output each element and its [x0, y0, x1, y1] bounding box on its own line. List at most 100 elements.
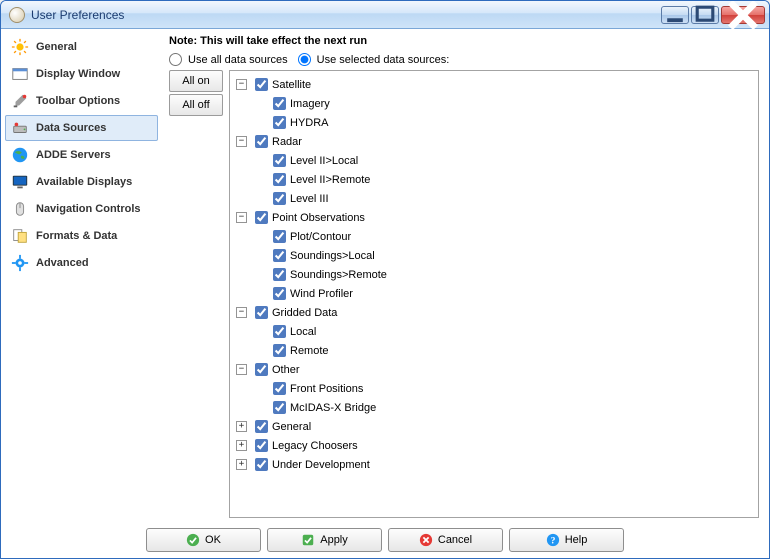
tree-label: Point Observations: [272, 212, 365, 224]
sidebar-item-navigation-controls[interactable]: Navigation Controls: [5, 196, 158, 222]
tree-label: Level III: [290, 193, 329, 205]
tree-checkbox[interactable]: [273, 116, 286, 129]
titlebar: User Preferences: [1, 1, 769, 29]
radio-use-selected-input[interactable]: [298, 53, 311, 66]
expand-icon[interactable]: +: [236, 421, 247, 432]
monitor-icon: [10, 172, 30, 192]
sidebar-item-label: Formats & Data: [36, 230, 117, 242]
expand-icon[interactable]: +: [236, 459, 247, 470]
sidebar-item-advanced[interactable]: Advanced: [5, 250, 158, 276]
tree-checkbox[interactable]: [273, 154, 286, 167]
radio-use-selected[interactable]: Use selected data sources:: [298, 53, 450, 66]
window-icon: [10, 64, 30, 84]
tree-checkbox[interactable]: [273, 249, 286, 262]
close-button[interactable]: [721, 6, 765, 24]
tree-row[interactable]: Soundings>Remote: [254, 265, 752, 284]
tree-checkbox[interactable]: [255, 135, 268, 148]
svg-text:?: ?: [550, 536, 555, 547]
tree-checkbox[interactable]: [273, 97, 286, 110]
tree-checkbox[interactable]: [273, 325, 286, 338]
tree-checkbox[interactable]: [273, 344, 286, 357]
tree-row[interactable]: Level II>Local: [254, 151, 752, 170]
tree-row[interactable]: +Under Development: [236, 455, 752, 474]
collapse-icon[interactable]: −: [236, 136, 247, 147]
apply-icon: [301, 533, 315, 547]
tree-label: HYDRA: [290, 117, 329, 129]
help-label: Help: [565, 534, 588, 546]
maximize-button[interactable]: [691, 6, 719, 24]
tree-checkbox[interactable]: [255, 363, 268, 376]
collapse-icon[interactable]: −: [236, 212, 247, 223]
tree-checkbox[interactable]: [255, 306, 268, 319]
ok-label: OK: [205, 534, 221, 546]
sidebar-item-general[interactable]: General: [5, 34, 158, 60]
radio-use-all-input[interactable]: [169, 53, 182, 66]
datasource-tree-box[interactable]: −SatelliteImagery HYDRA −RadarLevel II>Loc…: [229, 70, 759, 518]
tree-checkbox[interactable]: [273, 230, 286, 243]
tree-row[interactable]: Level III: [254, 189, 752, 208]
tree-checkbox[interactable]: [273, 268, 286, 281]
tree-checkbox[interactable]: [273, 401, 286, 414]
tree-row[interactable]: Local: [254, 322, 752, 341]
radio-use-selected-label: Use selected data sources:: [317, 54, 450, 66]
sidebar-item-label: Display Window: [36, 68, 120, 80]
tree-label: Wind Profiler: [290, 288, 353, 300]
globe-icon: [10, 145, 30, 165]
tree-row[interactable]: +Legacy Choosers: [236, 436, 752, 455]
datasource-tree: −SatelliteImagery HYDRA −RadarLevel II>Loc…: [236, 75, 752, 474]
tree-row[interactable]: +General: [236, 417, 752, 436]
radio-use-all[interactable]: Use all data sources: [169, 53, 288, 66]
expand-icon[interactable]: +: [236, 440, 247, 451]
tree-checkbox[interactable]: [255, 78, 268, 91]
tree-row[interactable]: −Other: [236, 360, 752, 379]
cancel-icon: [419, 533, 433, 547]
tree-row[interactable]: Remote: [254, 341, 752, 360]
collapse-icon[interactable]: −: [236, 307, 247, 318]
tree-checkbox[interactable]: [273, 173, 286, 186]
tree-label: Level II>Remote: [290, 174, 370, 186]
sidebar-item-display-window[interactable]: Display Window: [5, 61, 158, 87]
apply-button[interactable]: Apply: [267, 528, 382, 552]
sidebar: General Display Window Toolbar OptionsData…: [1, 29, 161, 522]
ok-icon: [186, 533, 200, 547]
allon-alloff-column: All on All off: [169, 70, 223, 518]
app-icon: [9, 7, 25, 23]
tree-checkbox[interactable]: [255, 458, 268, 471]
all-off-button[interactable]: All off: [169, 94, 223, 116]
tree-row[interactable]: Level II>Remote: [254, 170, 752, 189]
sidebar-item-formats-data[interactable]: Formats & Data: [5, 223, 158, 249]
all-on-button[interactable]: All on: [169, 70, 223, 92]
tree-checkbox[interactable]: [273, 382, 286, 395]
window-controls: [661, 6, 765, 24]
tree-row[interactable]: − Point Observations: [236, 208, 752, 227]
tree-row[interactable]: Imagery: [254, 94, 752, 113]
tree-checkbox[interactable]: [273, 192, 286, 205]
sidebar-item-adde-servers[interactable]: ADDE Servers: [5, 142, 158, 168]
tree-row[interactable]: −Gridded Data: [236, 303, 752, 322]
cancel-button[interactable]: Cancel: [388, 528, 503, 552]
help-button[interactable]: ? Help: [509, 528, 624, 552]
collapse-icon[interactable]: −: [236, 79, 247, 90]
tree-row[interactable]: HYDRA: [254, 113, 752, 132]
ok-button[interactable]: OK: [146, 528, 261, 552]
sidebar-item-toolbar-options[interactable]: Toolbar Options: [5, 88, 158, 114]
sidebar-item-data-sources[interactable]: Data Sources: [5, 115, 158, 141]
collapse-icon[interactable]: −: [236, 364, 247, 375]
sidebar-item-available-displays[interactable]: Available Displays: [5, 169, 158, 195]
mouse-icon: [10, 199, 30, 219]
tree-row[interactable]: −Satellite: [236, 75, 752, 94]
minimize-button[interactable]: [661, 6, 689, 24]
tree-row[interactable]: Soundings>Local: [254, 246, 752, 265]
tree-label: Front Positions: [290, 383, 363, 395]
tree-row[interactable]: Plot/Contour: [254, 227, 752, 246]
tree-row[interactable]: Wind Profiler: [254, 284, 752, 303]
window-title: User Preferences: [31, 8, 124, 22]
sidebar-item-label: Navigation Controls: [36, 203, 141, 215]
tree-checkbox[interactable]: [273, 287, 286, 300]
tree-checkbox[interactable]: [255, 420, 268, 433]
tree-row[interactable]: Front Positions: [254, 379, 752, 398]
tree-row[interactable]: −Radar: [236, 132, 752, 151]
tree-row[interactable]: McIDAS-X Bridge: [254, 398, 752, 417]
tree-checkbox[interactable]: [255, 439, 268, 452]
tree-checkbox[interactable]: [255, 211, 268, 224]
